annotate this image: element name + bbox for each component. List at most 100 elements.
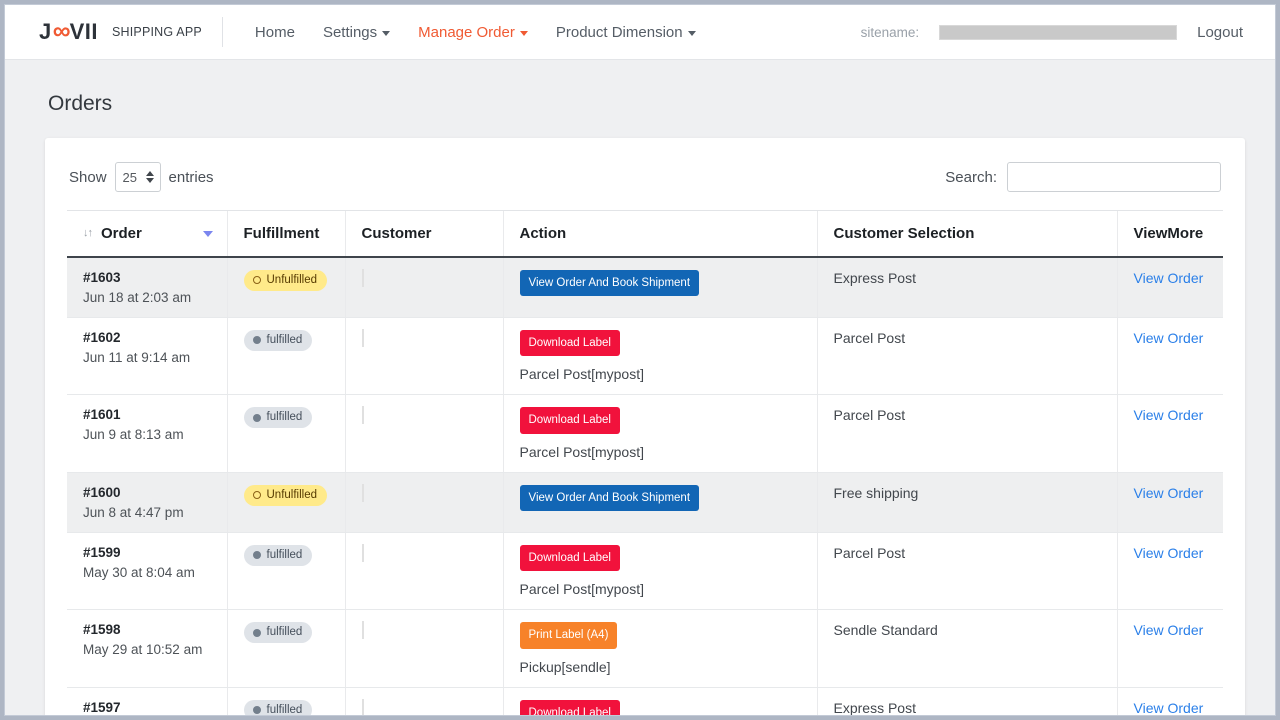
chevron-down-icon [520,31,528,36]
carrier-service-label: Parcel Post[mypost] [520,444,803,460]
column-header-action[interactable]: Action [503,211,817,258]
column-header-customer-selection-label: Customer Selection [834,225,975,242]
cell-customer-selection: Parcel Post [817,318,1117,395]
table-row: #1597May 29 at 3:58 amfulfilledDownload … [67,687,1223,716]
customer-name-redacted [362,406,364,424]
navbar-right: sitename: Logout [861,24,1249,41]
page-length-select[interactable]: 25 [115,162,161,192]
status-badge: fulfilled [244,700,313,717]
view-order-link[interactable]: View Order [1134,330,1204,346]
table-row: #1601Jun 9 at 8:13 amfulfilledDownload L… [67,395,1223,472]
table-row: #1600Jun 8 at 4:47 pm Unfulfilled View Ord… [67,472,1223,532]
view-order-link[interactable]: View Order [1134,622,1204,638]
circle-outline-icon [253,276,261,284]
cell-customer [345,532,503,609]
customer-name-redacted [362,269,364,287]
view-order-link[interactable]: View Order [1134,270,1204,286]
column-header-customer[interactable]: Customer [345,211,503,258]
cell-customer-selection: Parcel Post [817,395,1117,472]
table-row: #1599May 30 at 8:04 amfulfilledDownload … [67,532,1223,609]
circle-filled-icon [253,414,261,422]
cell-order: #1598May 29 at 10:52 am [67,610,227,687]
nav-item-home-label: Home [255,24,295,41]
customer-selection-value: Express Post [834,270,916,286]
cell-customer-selection: Parcel Post [817,532,1117,609]
nav-item-manage-order-label: Manage Order [418,24,515,41]
navbar-links: Home Settings Manage Order Product Dimen… [241,18,710,47]
circle-filled-icon [253,336,261,344]
status-badge-label: fulfilled [267,625,303,640]
brand[interactable]: J∞VII SHIPPING APP [39,20,202,45]
table-header-row: ↓↑ Order Fulfillment Customer Ac [67,211,1223,258]
orders-card: Show 25 entries Search: [45,138,1245,716]
action-button[interactable]: Print Label (A4) [520,622,618,648]
table-row: #1598May 29 at 10:52 am fulfilled Print La… [67,610,1223,687]
entries-label: entries [169,169,214,186]
action-button[interactable]: View Order And Book Shipment [520,485,700,511]
status-badge: fulfilled [244,330,313,351]
browser-viewport: J∞VII SHIPPING APP Home Settings Manage … [4,4,1276,716]
orders-table-body: #1603Jun 18 at 2:03 amUnfulfilledView Or… [67,257,1223,716]
sort-icon: ↓↑ [83,228,92,239]
column-header-action-label: Action [520,225,567,242]
nav-item-settings[interactable]: Settings [309,18,404,47]
order-date: Jun 8 at 4:47 pm [83,505,213,520]
page-body: Orders Show 25 entries Search: [5,92,1275,716]
view-order-link[interactable]: View Order [1134,407,1204,423]
infinity-icon: ∞ [53,19,69,44]
carrier-service-label: Pickup[sendle] [520,659,803,675]
navbar-divider [222,17,223,47]
order-date: May 29 at 10:52 am [83,642,213,657]
show-label: Show [69,169,107,186]
nav-item-product-dimension[interactable]: Product Dimension [542,18,710,47]
order-date: Jun 18 at 2:03 am [83,290,213,305]
cell-customer-selection: Express Post [817,257,1117,318]
action-button[interactable]: Download Label [520,407,620,433]
search-input[interactable] [1007,162,1221,192]
action-button[interactable]: Download Label [520,545,620,571]
logo-text-pre: J [39,21,52,43]
action-button[interactable]: Download Label [520,330,620,356]
status-badge: fulfilled [244,545,313,566]
search-label: Search: [945,169,997,186]
logout-link[interactable]: Logout [1197,24,1249,41]
column-header-customer-label: Customer [362,225,432,242]
table-row: #1603Jun 18 at 2:03 amUnfulfilledView Or… [67,257,1223,318]
top-navbar: J∞VII SHIPPING APP Home Settings Manage … [5,5,1275,60]
action-button[interactable]: Download Label [520,700,620,717]
view-order-link[interactable]: View Order [1134,485,1204,501]
cell-action: Print Label (A4) Pickup[sendle] [503,610,817,687]
sitename-label: sitename: [861,25,920,40]
action-button[interactable]: View Order And Book Shipment [520,270,700,296]
customer-name-redacted [362,329,364,347]
cell-fulfillment: fulfilled [227,532,345,609]
sitename-value-redacted [939,25,1177,40]
cell-action: Download LabelParcel Post[mypost] [503,318,817,395]
status-badge-label: Unfulfilled [267,488,318,503]
cell-customer-selection: Sendle Standard [817,610,1117,687]
cell-viewmore: View Order [1117,472,1223,532]
cell-viewmore: View Order [1117,257,1223,318]
nav-item-product-dimension-label: Product Dimension [556,24,683,41]
cell-customer [345,318,503,395]
stepper-icon [146,171,154,183]
column-header-order-label: Order [101,225,142,242]
column-header-fulfillment[interactable]: Fulfillment [227,211,345,258]
chevron-down-icon [382,31,390,36]
customer-name-redacted [362,621,364,639]
cell-order: #1602Jun 11 at 9:14 am [67,318,227,395]
logo-text-post: VII [70,21,98,43]
cell-order: #1600Jun 8 at 4:47 pm [67,472,227,532]
view-order-link[interactable]: View Order [1134,700,1204,716]
order-id: #1602 [83,330,213,345]
nav-item-manage-order[interactable]: Manage Order [404,18,542,47]
circle-filled-icon [253,551,261,559]
column-header-customer-selection[interactable]: Customer Selection [817,211,1117,258]
view-order-link[interactable]: View Order [1134,545,1204,561]
column-header-viewmore[interactable]: ViewMore [1117,211,1223,258]
column-header-order[interactable]: ↓↑ Order [67,211,227,258]
cell-customer [345,472,503,532]
nav-item-home[interactable]: Home [241,18,309,47]
customer-name-redacted [362,544,364,562]
cell-viewmore: View Order [1117,395,1223,472]
